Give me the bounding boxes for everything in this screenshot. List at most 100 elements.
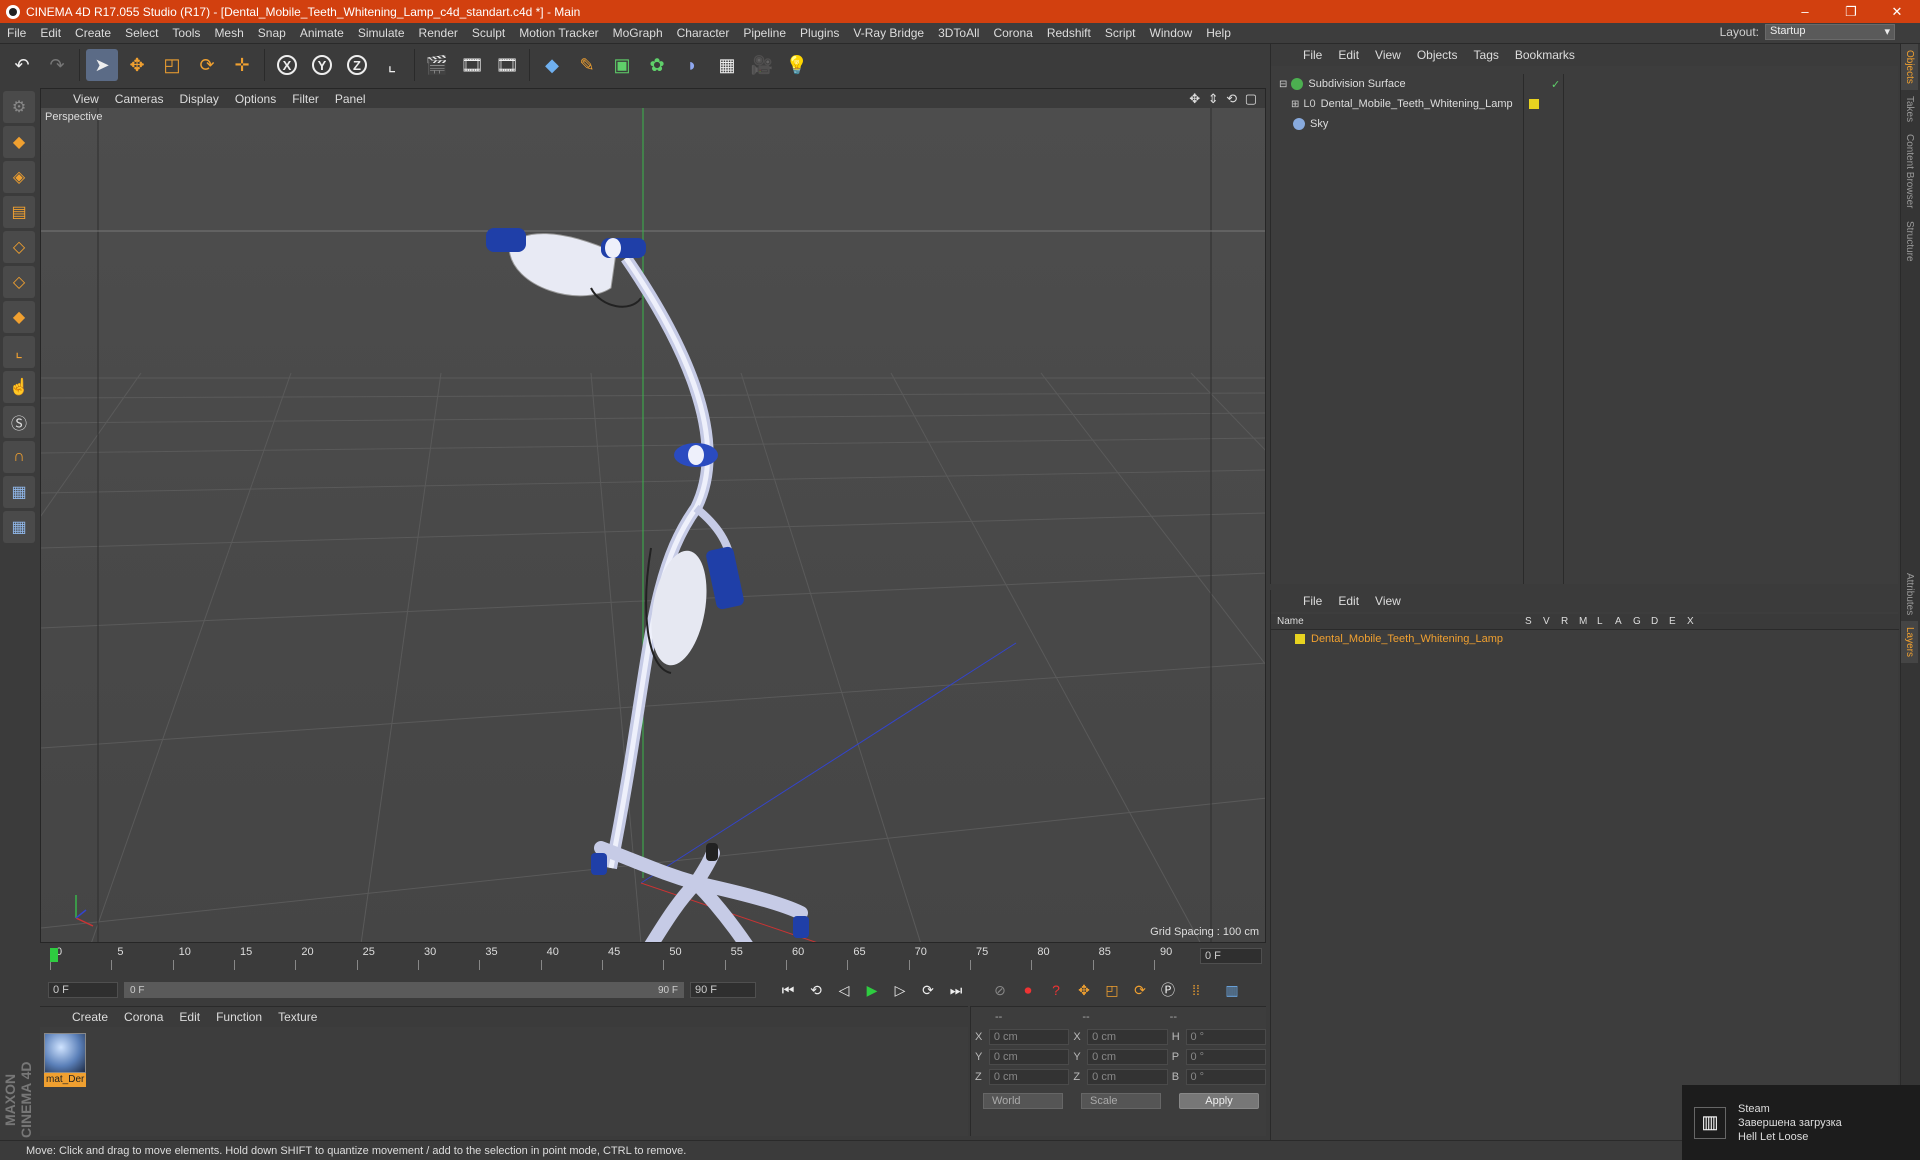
material-menu-create[interactable]: Create [64,1010,116,1024]
next-frame-icon[interactable]: ▷ [888,978,912,1002]
camera-icon[interactable]: 🎥 [746,49,778,81]
position-z-field[interactable]: 0 cm [988,1069,1070,1085]
menu-redshift[interactable]: Redshift [1040,26,1098,40]
texture-mode-icon[interactable]: ◈ [3,161,35,193]
pen-spline-icon[interactable]: ✎ [571,49,603,81]
size-y-field[interactable]: 0 cm [1087,1049,1168,1065]
menu-tools[interactable]: Tools [165,26,207,40]
menu-motion-tracker[interactable]: Motion Tracker [512,26,605,40]
material-menu-texture[interactable]: Texture [270,1010,325,1024]
timeline-ruler[interactable]: 0 5 10 15 20 25 30 35 40 45 50 55 60 65 70 75 80 85 90 0 F [40,944,1266,974]
play-icon[interactable]: ▶ [860,978,884,1002]
grid-snap-icon[interactable]: ▦ [3,511,35,543]
viewport-menu-view[interactable]: View [65,92,107,106]
scale-icon[interactable]: ◰ [156,49,188,81]
rotation-h-field[interactable]: 0 ° [1185,1029,1267,1045]
goto-end-icon[interactable]: ⏭ [944,978,968,1002]
render-settings-icon[interactable]: 🎞 [491,49,523,81]
layers-menu-file[interactable]: File [1295,594,1330,608]
menu-snap[interactable]: Snap [251,26,293,40]
layers-menu-edit[interactable]: Edit [1330,594,1367,608]
check-icon[interactable]: ✓ [1551,78,1560,91]
coordinate-space-dropdown[interactable]: World [983,1093,1063,1109]
redo-icon[interactable]: ↷ [41,49,73,81]
key-position-icon[interactable]: ✥ [1072,978,1096,1002]
objects-menu-edit[interactable]: Edit [1330,48,1367,62]
menu-mograph[interactable]: MoGraph [606,26,670,40]
next-key-icon[interactable]: ⟳ [916,978,940,1002]
timeline-window-icon[interactable]: ▥ [1220,978,1244,1002]
frame-range-slider[interactable]: 0 F 90 F [124,982,684,998]
menu-sculpt[interactable]: Sculpt [465,26,512,40]
points-mode-icon[interactable]: ◇ [3,231,35,263]
workplane-lock-icon[interactable]: ▦ [3,476,35,508]
objects-menu-file[interactable]: File [1295,48,1330,62]
layout-dropdown[interactable]: Startup [1765,24,1895,40]
menu-file[interactable]: File [0,26,33,40]
key-rotation-icon[interactable]: ⟳ [1128,978,1152,1002]
axis-mode-icon[interactable]: ⌞ [3,336,35,368]
restore-button[interactable]: ❐ [1828,0,1874,23]
apply-button[interactable]: Apply [1179,1093,1259,1109]
viewport-menu-panel[interactable]: Panel [327,92,374,106]
model-mode-icon[interactable]: ◆ [3,126,35,158]
deformer-icon[interactable]: ◗ [676,49,708,81]
tweak-mode-icon[interactable]: ☝ [3,371,35,403]
menu-mesh[interactable]: Mesh [207,26,250,40]
material-menu-function[interactable]: Function [208,1010,270,1024]
perspective-viewport[interactable]: View Cameras Display Options Filter Pane… [40,88,1266,943]
rotation-p-field[interactable]: 0 ° [1185,1049,1267,1065]
tab-objects[interactable]: Objects [1901,44,1918,90]
record-keys-icon[interactable]: ⊘ [988,978,1012,1002]
make-editable-icon[interactable]: ⚙ [3,91,35,123]
viewport-menu-cameras[interactable]: Cameras [107,92,172,106]
tab-structure[interactable]: Structure [1901,215,1918,268]
keyframe-selection-icon[interactable]: ? [1044,978,1068,1002]
material-menu-edit[interactable]: Edit [171,1010,208,1024]
viewport-navigation-icons[interactable]: ✥ ⇕ ⟲ ▢ [1189,91,1259,107]
objects-menu-objects[interactable]: Objects [1409,48,1466,62]
layer-row[interactable]: Dental_Mobile_Teeth_Whitening_Lamp [1271,630,1899,648]
snap-magnet-icon[interactable]: ∩ [3,441,35,473]
x-axis-icon[interactable]: X [271,49,303,81]
menu-select[interactable]: Select [118,26,165,40]
collapse-icon[interactable]: ⊟ [1279,79,1287,90]
tab-layers[interactable]: Layers [1901,621,1918,664]
solo-icon[interactable]: Ⓢ [3,406,35,438]
menu-edit[interactable]: Edit [33,26,68,40]
object-row-sky[interactable]: Sky [1271,114,1899,134]
size-x-field[interactable]: 0 cm [1087,1029,1168,1045]
menu-script[interactable]: Script [1098,26,1143,40]
size-z-field[interactable]: 0 cm [1087,1069,1168,1085]
cube-icon[interactable]: ◆ [536,49,568,81]
previous-frame-icon[interactable]: ◁ [832,978,856,1002]
mograph-cloner-icon[interactable]: ✿ [641,49,673,81]
layers-menu-view[interactable]: View [1367,594,1409,608]
objects-menu-view[interactable]: View [1367,48,1409,62]
workplane-icon[interactable]: ▤ [3,196,35,228]
autokey-icon[interactable]: ⏺ [1016,978,1040,1002]
menu-vray-bridge[interactable]: V-Ray Bridge [846,26,931,40]
subdivision-icon[interactable]: ▣ [606,49,638,81]
render-view-icon[interactable]: 🎬 [421,49,453,81]
object-row-subdivision[interactable]: ⊟ Subdivision Surface ✓ [1271,74,1899,94]
polygons-mode-icon[interactable]: ◆ [3,301,35,333]
objects-menu-tags[interactable]: Tags [1466,48,1507,62]
position-y-field[interactable]: 0 cm [988,1049,1070,1065]
tab-content-browser[interactable]: Content Browser [1901,128,1918,214]
size-mode-dropdown[interactable]: Scale [1081,1093,1161,1109]
menu-plugins[interactable]: Plugins [793,26,846,40]
objects-menu-bookmarks[interactable]: Bookmarks [1507,48,1583,62]
menu-corona[interactable]: Corona [986,26,1039,40]
menu-character[interactable]: Character [670,26,737,40]
tab-attributes[interactable]: Attributes [1901,567,1918,621]
transform-icon[interactable]: ✛ [226,49,258,81]
coordinate-system-icon[interactable]: ⌞ [376,49,408,81]
object-row-lamp[interactable]: ⊞ L0 Dental_Mobile_Teeth_Whitening_Lamp [1271,94,1899,114]
floor-icon[interactable]: ▦ [711,49,743,81]
viewport-menu-options[interactable]: Options [227,92,284,106]
menu-animate[interactable]: Animate [293,26,351,40]
close-button[interactable]: ✕ [1874,0,1920,23]
move-icon[interactable]: ✥ [121,49,153,81]
previous-key-icon[interactable]: ⟲ [804,978,828,1002]
